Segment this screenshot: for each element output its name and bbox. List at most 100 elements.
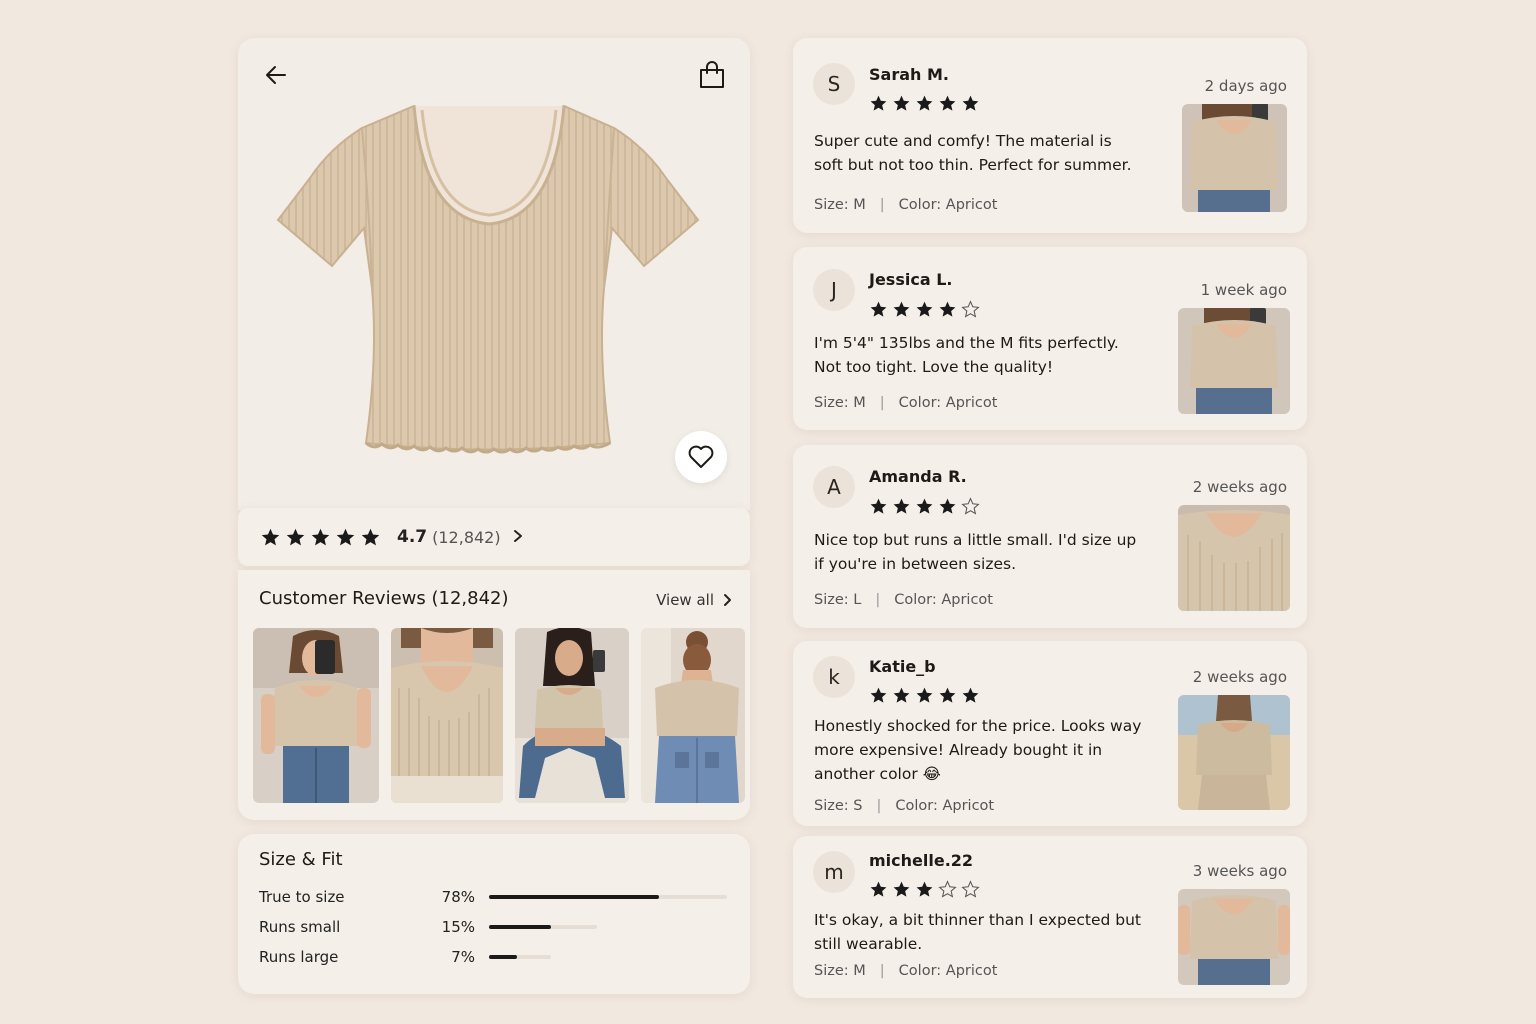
review-photo-thumbnail[interactable] (515, 628, 629, 803)
star-filled-icon (261, 528, 280, 545)
star-filled-icon (916, 301, 933, 317)
avatar: m (813, 851, 855, 893)
review-color: Color: Apricot (898, 395, 998, 411)
customer-reviews-section: Customer Reviews (12,842) View all (238, 570, 750, 820)
review-photo-gallery (253, 628, 745, 803)
review-card: S Sarah M. 2 days ago Super cute and com… (793, 38, 1307, 233)
review-photo[interactable] (1178, 308, 1290, 414)
star-filled-icon (870, 498, 887, 514)
fit-row-runs-large: Runs large 7% (259, 946, 728, 968)
star-filled-icon (286, 528, 305, 545)
review-size: Size: M (814, 197, 866, 213)
review-stars (869, 686, 980, 705)
rating-value: 4.7 (397, 527, 428, 547)
star-filled-icon (361, 528, 380, 545)
rating-count: (12,842) (432, 527, 501, 547)
star-filled-icon (870, 687, 887, 703)
fit-bar (489, 895, 727, 899)
fit-bar-fill (489, 925, 551, 929)
star-filled-icon (916, 687, 933, 703)
review-date: 2 weeks ago (1192, 668, 1287, 686)
star-filled-icon (893, 687, 910, 703)
fit-label: Runs large (259, 948, 339, 966)
review-photo[interactable] (1182, 104, 1287, 212)
review-stars (869, 880, 980, 899)
star-filled-icon (893, 881, 910, 897)
review-card: k Katie_b 2 weeks ago Honestly shocked f… (793, 641, 1307, 826)
star-empty-icon (961, 497, 980, 515)
back-button[interactable] (258, 57, 294, 93)
review-text: Super cute and comfy! The material is so… (814, 132, 1132, 174)
product-rating-summary[interactable]: 4.7 (12,842) (238, 508, 750, 566)
review-card: m michelle.22 3 weeks ago It's okay, a b… (793, 836, 1307, 998)
review-text: Honestly shocked for the price. Looks wa… (814, 717, 1142, 783)
star-filled-icon (962, 687, 979, 703)
fit-label: Runs small (259, 918, 341, 936)
review-stars (869, 497, 980, 516)
review-photo-thumbnail[interactable] (391, 628, 503, 803)
review-photo[interactable] (1178, 505, 1290, 611)
divider: | (879, 963, 885, 979)
review-date: 3 weeks ago (1192, 862, 1287, 880)
star-filled-icon (939, 687, 956, 703)
review-date: 2 days ago (1204, 77, 1287, 95)
reviewer-name: Amanda R. (869, 467, 967, 486)
review-photo-thumbnail[interactable] (253, 628, 379, 803)
product-image (276, 104, 700, 454)
star-filled-icon (893, 95, 910, 111)
star-filled-icon (893, 301, 910, 317)
reviewer-name: Sarah M. (869, 65, 949, 84)
chevron-right-icon[interactable] (513, 527, 523, 548)
fit-bar (489, 925, 597, 929)
star-filled-icon (916, 95, 933, 111)
review-text: I'm 5'4" 135lbs and the M fits perfectly… (814, 334, 1119, 376)
avatar: A (813, 466, 855, 508)
review-stars (869, 300, 980, 319)
arrow-left-icon (266, 66, 286, 84)
fit-row-true-to-size: True to size 78% (259, 886, 728, 908)
star-empty-icon (961, 300, 980, 318)
star-filled-icon (939, 498, 956, 514)
review-text: Nice top but runs a little small. I'd si… (814, 531, 1137, 573)
avatar: J (813, 269, 855, 311)
star-filled-icon (870, 301, 887, 317)
review-meta: Size: M | Color: Apricot (814, 197, 997, 213)
fit-bar-fill (489, 955, 517, 959)
heart-icon (688, 445, 714, 468)
review-size: Size: L (814, 592, 862, 608)
product-image-panel (238, 38, 750, 510)
favorite-button[interactable] (675, 431, 727, 483)
review-size: Size: M (814, 395, 866, 411)
section-title: Size & Fit (259, 849, 343, 870)
star-filled-icon (870, 95, 887, 111)
view-all-link[interactable]: View all (656, 591, 732, 609)
fit-percent: 7% (451, 948, 475, 966)
review-photo[interactable] (1178, 889, 1290, 985)
review-photo[interactable] (1178, 695, 1290, 810)
star-empty-icon (938, 880, 957, 898)
star-filled-icon (870, 881, 887, 897)
shopping-bag-icon (700, 61, 724, 88)
avatar: S (813, 63, 855, 105)
review-photo-thumbnail[interactable] (641, 628, 745, 803)
review-size: Size: S (814, 798, 863, 814)
size-fit-section: Size & Fit True to size 78% Runs small 1… (238, 834, 750, 994)
review-color: Color: Apricot (898, 963, 998, 979)
shopping-bag-button[interactable] (694, 57, 730, 93)
review-stars (869, 94, 980, 113)
reviewer-name: michelle.22 (869, 851, 974, 870)
star-filled-icon (962, 95, 979, 111)
review-color: Color: Apricot (894, 592, 993, 608)
review-date: 1 week ago (1200, 281, 1287, 299)
fit-bar (489, 955, 551, 959)
review-size: Size: M (814, 963, 866, 979)
divider: | (879, 395, 885, 411)
chevron-right-icon (724, 594, 731, 606)
star-filled-icon (336, 528, 355, 545)
divider: | (875, 592, 881, 608)
star-empty-icon (961, 880, 980, 898)
review-card: J Jessica L. 1 week ago I'm 5'4" 135lbs … (793, 247, 1307, 430)
star-filled-icon (939, 301, 956, 317)
star-filled-icon (311, 528, 330, 545)
avatar: k (813, 656, 855, 698)
